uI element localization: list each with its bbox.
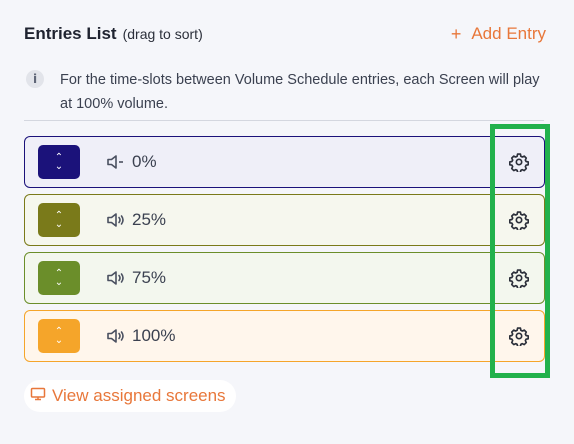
drag-handle[interactable]: ⌃ ⌄ bbox=[38, 319, 80, 353]
entry-volume: 25% bbox=[132, 210, 167, 229]
entries-panel: Entries List (drag to sort) + Add Entry … bbox=[0, 0, 574, 444]
volume-icon bbox=[106, 327, 126, 345]
entry-volume: 0% bbox=[132, 152, 157, 171]
gear-icon[interactable] bbox=[508, 209, 530, 231]
gear-icon[interactable] bbox=[508, 151, 530, 173]
info-note: i For the time-slots between Volume Sche… bbox=[26, 68, 546, 116]
divider bbox=[24, 120, 544, 121]
chevron-down-icon: ⌄ bbox=[54, 219, 64, 230]
volume-icon bbox=[106, 269, 126, 287]
gear-icon[interactable] bbox=[508, 325, 530, 347]
title-group: Entries List (drag to sort) bbox=[24, 24, 203, 44]
info-icon: i bbox=[26, 70, 44, 88]
volume-icon bbox=[106, 211, 126, 229]
chevron-down-icon: ⌄ bbox=[54, 277, 64, 288]
drag-handle[interactable]: ⌃ ⌄ bbox=[38, 145, 80, 179]
page-subtitle: (drag to sort) bbox=[122, 26, 203, 42]
monitor-icon bbox=[30, 386, 46, 407]
entry-row-0[interactable]: ⌃ ⌄ 0% bbox=[24, 136, 545, 188]
volume-muted-icon bbox=[106, 153, 126, 171]
entries-list: ⌃ ⌄ 0% ⌃ ⌄ 25% ⌃ ⌄ 75% ⌃ ⌄ 100% bbox=[24, 136, 545, 368]
entry-row-2[interactable]: ⌃ ⌄ 75% bbox=[24, 252, 545, 304]
info-text: For the time-slots between Volume Schedu… bbox=[60, 72, 540, 112]
chevron-down-icon: ⌄ bbox=[54, 161, 64, 172]
entry-row-1[interactable]: ⌃ ⌄ 25% bbox=[24, 194, 545, 246]
page-title: Entries List bbox=[24, 24, 117, 43]
entry-volume: 100% bbox=[132, 326, 176, 345]
chevron-down-icon: ⌄ bbox=[54, 335, 64, 346]
gear-icon[interactable] bbox=[508, 267, 530, 289]
entries-header: Entries List (drag to sort) + Add Entry bbox=[24, 22, 546, 46]
view-assigned-screens-link[interactable]: View assigned screens bbox=[24, 380, 236, 412]
drag-handle[interactable]: ⌃ ⌄ bbox=[38, 203, 80, 237]
entry-volume: 75% bbox=[132, 268, 167, 287]
view-assigned-screens-label: View assigned screens bbox=[52, 386, 226, 405]
drag-handle[interactable]: ⌃ ⌄ bbox=[38, 261, 80, 295]
plus-icon: + bbox=[450, 24, 462, 44]
entry-row-3[interactable]: ⌃ ⌄ 100% bbox=[24, 310, 545, 362]
add-entry-button[interactable]: + Add Entry bbox=[451, 24, 546, 44]
add-entry-label: Add Entry bbox=[471, 24, 546, 43]
